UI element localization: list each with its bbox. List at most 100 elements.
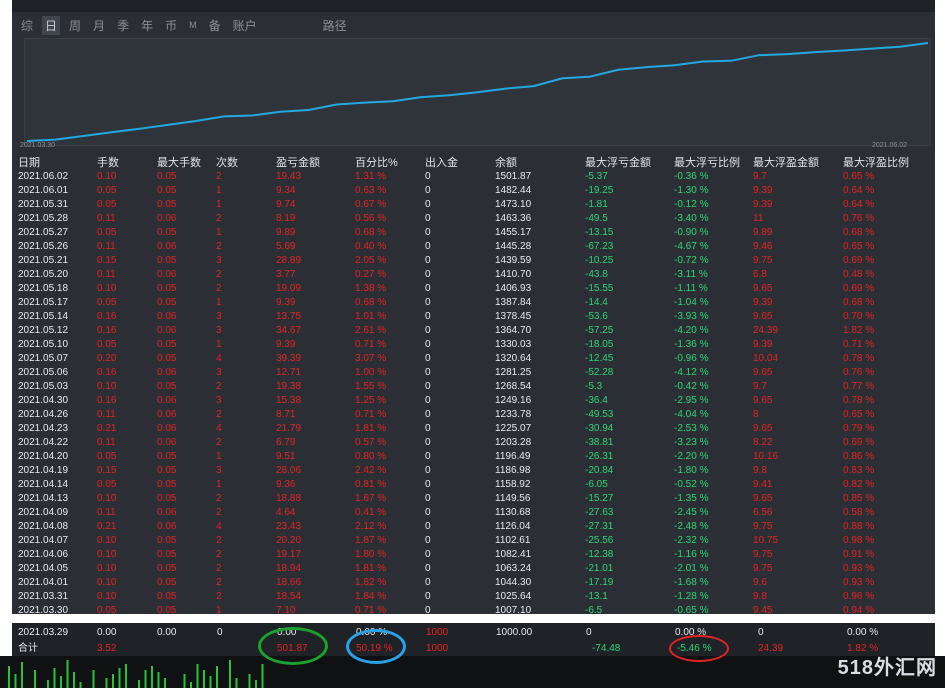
table-row[interactable]: 2021.04.22 0.11 0.06 2 6.79 0.57 % 0 1203.28 -38… — [18, 436, 918, 450]
col-max-float-profit[interactable]: 最大浮盈金额 — [753, 154, 843, 170]
table-cell: -1.36 % — [674, 339, 709, 350]
col-date[interactable]: 日期 — [18, 154, 97, 170]
table-cell: 0.68 % — [843, 297, 875, 308]
table-row[interactable]: 2021.04.05 0.10 0.05 2 18.94 1.81 % 0 1063.24 -2… — [18, 562, 918, 576]
table-cell: 0.69 % — [843, 437, 875, 448]
table-row[interactable]: 2021.05.31 0.05 0.05 1 9.74 0.67 % 0 1473.10 -1.… — [18, 198, 918, 212]
table-row[interactable]: 2021.05.28 0.11 0.06 2 8.19 0.56 % 0 1463.36 -49… — [18, 212, 918, 226]
table-row[interactable]: 2021.03.30 0.05 0.05 1 7.10 0.71 % 0 1007.10 -6.… — [18, 604, 918, 614]
table-cell: -5.37 — [585, 171, 608, 182]
col-pnl[interactable]: 盈亏金额 — [276, 154, 355, 170]
col-balance[interactable]: 余额 — [495, 154, 585, 170]
table-row[interactable]: 2021.05.10 0.05 0.05 1 9.39 0.71 % 0 1330.03 -18… — [18, 338, 918, 352]
table-cell: 0.05 — [157, 381, 177, 392]
table-cell: 2021.05.03 — [18, 381, 69, 392]
table-row[interactable]: 2021.05.14 0.16 0.06 3 13.75 1.01 % 0 1378.45 -5… — [18, 310, 918, 324]
table-row[interactable]: 2021.04.06 0.10 0.05 2 19.17 1.80 % 0 1082.41 -1… — [18, 548, 918, 562]
table-cell: 1149.56 — [495, 493, 531, 504]
table-cell: -0.36 % — [674, 171, 709, 182]
table-cell: -15.55 — [585, 283, 614, 294]
table-row[interactable]: 2021.04.20 0.05 0.05 1 9.51 0.80 % 0 1196.49 -26… — [18, 450, 918, 464]
table-cell: 9.7 — [753, 381, 767, 392]
col-max-float-profit-pct[interactable]: 最大浮盈比例 — [843, 154, 918, 170]
table-cell: 0 — [425, 199, 431, 210]
tab-m[interactable]: M — [186, 19, 200, 31]
tab-quarterly[interactable]: 季 — [114, 16, 132, 35]
table-row[interactable]: 2021.04.19 0.15 0.05 3 28.06 2.42 % 0 1186.98 -2… — [18, 464, 918, 478]
table-cell: 0.27 % — [355, 269, 387, 280]
table-row[interactable]: 2021.05.07 0.20 0.05 4 39.39 3.07 % 0 1320.64 -1… — [18, 352, 918, 366]
table-row[interactable]: 2021.05.26 0.11 0.06 2 5.69 0.40 % 0 1445.28 -67… — [18, 240, 918, 254]
table-row[interactable]: 2021.05.03 0.10 0.05 2 19.38 1.55 % 0 1268.54 -5… — [18, 380, 918, 394]
table-cell: 0.68 % — [355, 297, 387, 308]
col-max-lots[interactable]: 最大手数 — [157, 154, 216, 170]
volume-bar — [34, 670, 36, 688]
table-row[interactable]: 2021.04.30 0.16 0.06 3 15.38 1.25 % 0 1249.16 -3… — [18, 394, 918, 408]
volume-bar — [125, 664, 127, 688]
table-row[interactable]: 2021.05.20 0.11 0.06 2 3.77 0.27 % 0 1410.70 -43… — [18, 268, 918, 282]
table-cell: 1.81 % — [355, 423, 387, 434]
table-cell: 2021.05.18 — [18, 283, 69, 294]
table-cell: -1.80 % — [674, 465, 709, 476]
col-lots[interactable]: 手数 — [97, 154, 157, 170]
period-tabs: 综 日 周 月 季 年 币 M 备 账户 路径 — [12, 12, 935, 38]
table-row[interactable]: 2021.06.02 0.10 0.05 2 19.43 1.31 % 0 1501.87 -5… — [18, 170, 918, 184]
col-io[interactable]: 出入金 — [425, 154, 495, 170]
table-cell: 0 — [425, 311, 431, 322]
table-row[interactable]: 2021.05.18 0.10 0.05 2 19.09 1.38 % 0 1406.93 -1… — [18, 282, 918, 296]
table-row[interactable]: 2021.06.01 0.05 0.05 1 9.34 0.63 % 0 1482.44 -19… — [18, 184, 918, 198]
table-cell: 0.82 % — [843, 479, 875, 490]
table-cell: 0.85 % — [843, 493, 875, 504]
table-cell: 0.11 — [97, 269, 116, 280]
col-pct[interactable]: 百分比% — [355, 154, 425, 170]
table-row[interactable]: 2021.05.17 0.05 0.05 1 9.39 0.68 % 0 1387.84 -14… — [18, 296, 918, 310]
balance-curve-svg — [26, 42, 929, 142]
table-row[interactable]: 2021.04.01 0.10 0.05 2 18.66 1.82 % 0 1044.30 -1… — [18, 576, 918, 590]
table-cell: 28.06 — [276, 465, 302, 476]
tab-path[interactable]: 路径 — [320, 16, 350, 35]
table-cell: 1 — [216, 339, 222, 350]
table-cell: -36.4 — [585, 395, 608, 406]
col-max-float-loss[interactable]: 最大浮亏金额 — [585, 154, 674, 170]
tab-yearly[interactable]: 年 — [138, 16, 156, 35]
tab-account[interactable]: 账户 — [230, 16, 260, 35]
table-cell: 0 — [425, 395, 431, 406]
table-cell: 0 — [425, 227, 431, 238]
table-row[interactable]: 2021.05.12 0.16 0.06 3 34.67 2.61 % 0 1364.70 -5… — [18, 324, 918, 338]
table-cell: -38.81 — [585, 437, 614, 448]
tab-weekly[interactable]: 周 — [66, 16, 84, 35]
table-cell: -0.12 % — [674, 199, 709, 210]
table-cell: 0.11 — [97, 437, 116, 448]
tab-overview[interactable]: 综 — [18, 16, 36, 35]
table-cell: -25.56 — [585, 535, 614, 546]
tab-notes[interactable]: 备 — [206, 16, 224, 35]
table-row[interactable]: 2021.04.13 0.10 0.05 2 18.88 1.67 % 0 1149.56 -1… — [18, 492, 918, 506]
tab-daily[interactable]: 日 — [42, 15, 61, 35]
table-cell: 0.69 % — [843, 283, 875, 294]
table-cell: 1126.04 — [495, 521, 531, 532]
table-row[interactable]: 2021.04.26 0.11 0.06 2 8.71 0.71 % 0 1233.78 -49… — [18, 408, 918, 422]
table-cell: 6.8 — [753, 269, 767, 280]
table-cell: 1158.92 — [495, 479, 531, 490]
tab-monthly[interactable]: 月 — [90, 16, 108, 35]
table-cell: -1.35 % — [674, 493, 709, 504]
volume-bar — [92, 670, 95, 688]
table-row[interactable]: 2021.04.14 0.05 0.05 1 9.36 0.81 % 0 1158.92 -6.… — [18, 478, 918, 492]
col-count[interactable]: 次数 — [216, 154, 276, 170]
table-row[interactable]: 2021.04.07 0.10 0.05 2 20.20 1.87 % 0 1102.61 -2… — [18, 534, 918, 548]
table-row[interactable]: 2021.05.21 0.15 0.05 3 28.89 2.05 % 0 1439.59 -1… — [18, 254, 918, 268]
table-row[interactable]: 2021.05.06 0.16 0.06 3 12.71 1.00 % 0 1281.25 -5… — [18, 366, 918, 380]
table-row[interactable]: 2021.05.27 0.05 0.05 1 9.89 0.68 % 0 1455.17 -13… — [18, 226, 918, 240]
col-max-float-loss-pct[interactable]: 最大浮亏比例 — [674, 154, 753, 170]
table-cell: 2021.05.12 — [18, 325, 69, 336]
table-row[interactable]: 2021.03.31 0.10 0.05 2 18.54 1.84 % 0 1025.64 -1… — [18, 590, 918, 604]
tab-currency[interactable]: 币 — [162, 16, 180, 35]
table-row[interactable]: 2021.04.23 0.21 0.06 4 21.79 1.81 % 0 1225.07 -3… — [18, 422, 918, 436]
table-cell: 18.54 — [276, 591, 302, 602]
table-cell: 0.63 % — [355, 185, 387, 196]
table-cell: 1.82 % — [355, 577, 387, 588]
table-cell: 0 — [425, 185, 431, 196]
table-cell: 0.05 — [97, 199, 117, 210]
table-row[interactable]: 2021.04.08 0.21 0.06 4 23.43 2.12 % 0 1126.04 -2… — [18, 520, 918, 534]
table-row[interactable]: 2021.04.09 0.11 0.06 2 4.64 0.41 % 0 1130.68 -27… — [18, 506, 918, 520]
